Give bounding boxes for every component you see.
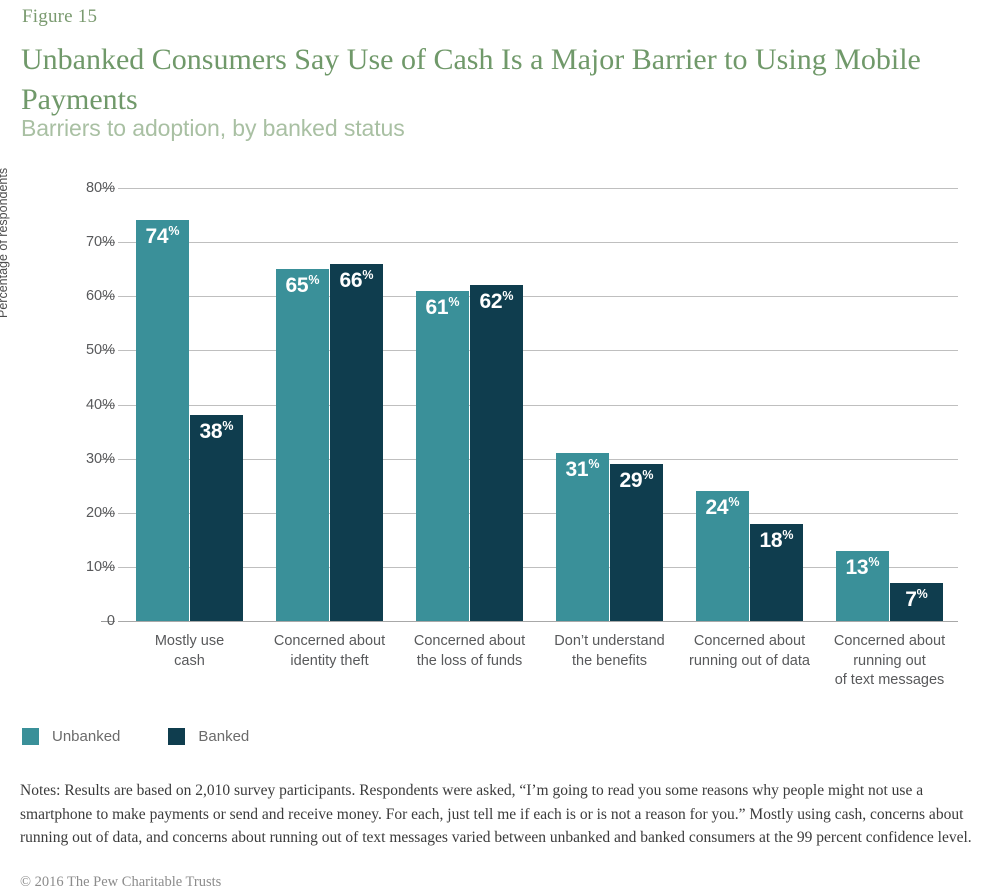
y-axis-tick-label: 20% <box>85 504 115 521</box>
y-axis-tick-label: 80% <box>85 180 115 196</box>
y-axis-tick-label: 10% <box>85 558 115 575</box>
bar-value-label: 7% <box>905 587 928 612</box>
legend-swatch-icon <box>22 728 39 745</box>
bar-group: 24% 18% <box>696 188 803 621</box>
gridline <box>118 621 958 622</box>
legend-swatch-icon <box>168 728 186 745</box>
bar-value-label: 66% <box>339 267 374 292</box>
y-axis-tick-label: 0 <box>106 613 115 629</box>
y-axis-title: Percentage of respondents <box>0 167 10 318</box>
bar-banked[interactable]: 62% <box>470 285 523 621</box>
bar-group: 65% 66% <box>276 188 383 621</box>
bar-unbanked[interactable]: 61% <box>416 290 469 621</box>
x-axis-label: Concerned about running out of text messag… <box>833 633 946 689</box>
bar-value-label: 62% <box>479 289 514 314</box>
y-axis-tick-label: 50% <box>85 342 115 359</box>
bar-value-label: 61% <box>425 294 460 319</box>
bar-unbanked[interactable]: 13% <box>836 550 889 621</box>
bar-value-label: 18% <box>759 527 794 552</box>
bar-group: 74% 38% <box>136 188 243 621</box>
copyright-text: © 2016 The Pew Charitable Trusts <box>20 874 222 890</box>
bar-value-label: 74% <box>145 224 180 249</box>
legend-label: Unbanked <box>52 728 121 745</box>
y-axis-tick-label: 40% <box>85 396 115 413</box>
legend-item-banked[interactable]: Banked <box>168 728 249 745</box>
bar-group: 13% 7% <box>836 188 943 621</box>
bar-banked[interactable]: 29% <box>610 464 663 621</box>
bar-banked[interactable]: 7% <box>890 583 943 621</box>
bar-unbanked[interactable]: 65% <box>276 269 329 621</box>
chart-notes: Notes: Results are based on 2,010 survey… <box>20 782 972 847</box>
y-axis-tick-label: 60% <box>85 288 115 305</box>
bar-group: 31% 29% <box>556 188 663 621</box>
bar-banked[interactable]: 38% <box>190 415 243 621</box>
bar-banked[interactable]: 18% <box>750 523 803 621</box>
bar-banked[interactable]: 66% <box>330 263 383 621</box>
legend-item-unbanked[interactable]: Unbanked <box>22 728 120 745</box>
bar-unbanked[interactable]: 31% <box>556 453 609 621</box>
bar-unbanked[interactable]: 24% <box>696 491 749 621</box>
bars-layer: 74% 38% 65% 66% 61% 62% 31% 29% 24% 18% 13% 7% <box>118 188 958 621</box>
bar-value-label: 38% <box>199 419 234 444</box>
bar-value-label: 65% <box>285 273 320 298</box>
bar-unbanked[interactable]: 74% <box>136 220 189 621</box>
bar-group: 61% 62% <box>416 188 523 621</box>
bar-value-label: 24% <box>705 495 740 520</box>
chart-container: 0 10% 20% 30% 40% 50% 60% 70% 80% 74% 38% 65% 66% 61… <box>0 0 990 700</box>
chart-legend: Unbanked Banked <box>22 728 297 745</box>
x-axis-category-labels: Mostly use cash Concerned about identity th… <box>118 632 958 694</box>
bar-value-label: 13% <box>845 554 880 579</box>
legend-label: Banked <box>198 728 250 745</box>
y-axis-tick-label: 70% <box>85 234 115 251</box>
bar-value-label: 29% <box>619 468 654 493</box>
y-axis-tick-label: 30% <box>85 450 115 467</box>
bar-value-label: 31% <box>565 457 600 482</box>
